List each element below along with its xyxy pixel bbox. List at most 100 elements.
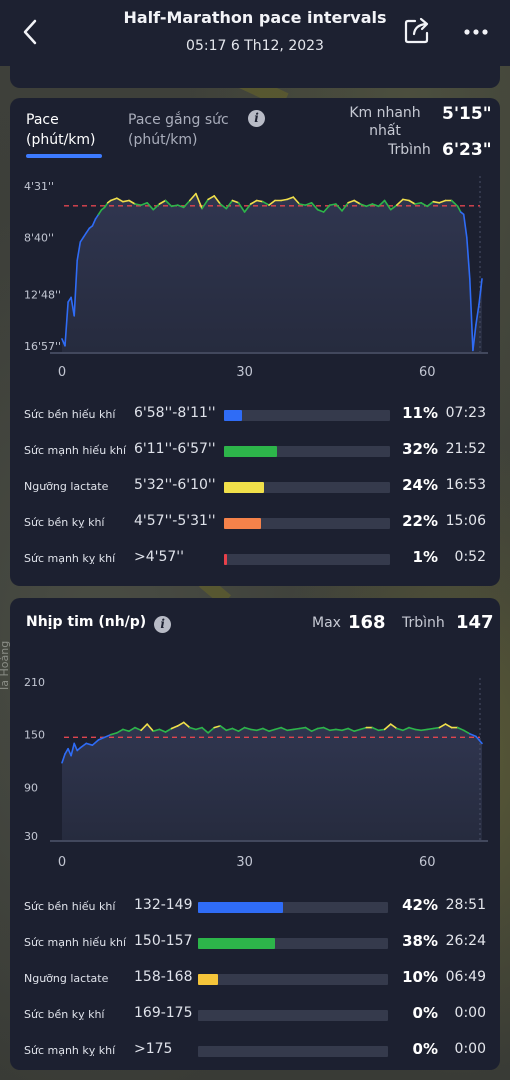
zone-range: 6'58''-8'11'' [134, 405, 216, 421]
zone-time: 0:00 [454, 1005, 486, 1021]
zone-row: Sức mạnh hiếu khí 6'11''-6'57'' 32% 21:52 [10, 436, 500, 466]
pace-card: Pace (phút/km) Pace gắng sức (phút/km) i… [10, 98, 500, 586]
x-tick-label: 60 [419, 855, 436, 870]
zone-name: Sức mạnh kỵ khí [24, 1044, 116, 1057]
y-tick-label: 150 [24, 729, 45, 742]
zone-percent: 11% [402, 404, 438, 422]
data-line-segment [249, 728, 258, 732]
zone-bar-fill [198, 938, 275, 949]
data-line-segment [426, 727, 435, 731]
zone-row: Sức bền hiếu khí 6'58''-8'11'' 11% 07:23 [10, 400, 500, 430]
data-line-segment [328, 728, 337, 732]
x-tick-label: 0 [58, 365, 66, 380]
zone-name: Ngưỡng lactate [24, 480, 109, 493]
zone-row: Ngưỡng lactate 158-168 10% 06:49 [10, 964, 500, 994]
x-tick-label: 30 [236, 365, 253, 380]
zone-percent: 1% [412, 548, 438, 566]
zone-bar-fill [224, 410, 243, 421]
y-tick-label: 4'31'' [24, 180, 54, 193]
zone-range: 150-157 [134, 933, 193, 949]
data-line-segment [432, 200, 441, 204]
top-bar: Half-Marathon pace intervals 05:17 6 Th1… [0, 0, 510, 66]
y-tick-label: 16'57'' [24, 340, 61, 353]
zone-row: Sức bền kỵ khí 4'57''-5'31'' 22% 15:06 [10, 508, 500, 538]
x-tick-label: 0 [58, 855, 66, 870]
data-line-segment [414, 728, 422, 732]
zone-row: Sức mạnh kỵ khí >4'57'' 1% 0:52 [10, 544, 500, 574]
data-line-segment [432, 726, 441, 730]
data-line-segment [420, 728, 429, 732]
more-icon [464, 29, 488, 35]
zone-bar-fill [224, 446, 278, 457]
zone-row: Sức mạnh kỵ khí >175 0% 0:00 [10, 1036, 500, 1066]
activity-date: 05:17 6 Th12, 2023 [186, 38, 324, 54]
data-line-segment [286, 728, 295, 732]
data-line-segment [298, 203, 307, 206]
zone-name: Sức bền hiếu khí [24, 408, 116, 421]
zone-bar-track [198, 1010, 388, 1021]
zone-range: 132-149 [134, 897, 193, 913]
y-tick-label: 90 [24, 781, 38, 794]
zone-time: 0:00 [454, 1041, 486, 1057]
zone-bar-track [198, 938, 388, 949]
zone-bar-track [198, 902, 388, 913]
zone-name: Sức bền kỵ khí [24, 1008, 105, 1021]
share-button[interactable] [402, 16, 432, 46]
zone-name: Sức mạnh kỵ khí [24, 552, 116, 565]
zone-bar-track [198, 974, 388, 985]
zone-percent: 22% [402, 512, 438, 530]
data-line-segment [377, 728, 386, 732]
zone-bar-fill [198, 974, 219, 985]
chart-area [62, 193, 482, 352]
zone-bar-fill [198, 902, 283, 913]
zone-row: Ngưỡng lactate 5'32''-6'10'' 24% 16:53 [10, 472, 500, 502]
x-tick-label: 30 [236, 855, 253, 870]
data-line-segment [134, 203, 142, 206]
zone-percent: 24% [402, 476, 438, 494]
chart-area [62, 722, 482, 840]
zone-percent: 0% [412, 1004, 438, 1022]
more-options-button[interactable] [460, 18, 492, 46]
zone-row: Sức mạnh hiếu khí 150-157 38% 26:24 [10, 928, 500, 958]
zone-time: 26:24 [445, 933, 486, 949]
zone-range: >4'57'' [134, 549, 184, 565]
y-tick-label: 30 [24, 830, 38, 843]
zone-bar-fill [224, 554, 227, 565]
zone-name: Ngưỡng lactate [24, 972, 109, 985]
zone-bar-track [224, 410, 390, 421]
zone-row: Sức bền kỵ khí 169-175 0% 0:00 [10, 1000, 500, 1030]
zone-range: 5'32''-6'10'' [134, 477, 216, 493]
zone-time: 21:52 [445, 441, 486, 457]
data-line-segment [335, 728, 343, 732]
zone-time: 06:49 [445, 969, 486, 985]
zone-bar-track [198, 1046, 388, 1057]
zone-bar-track [224, 518, 390, 529]
zone-range: 4'57''-5'31'' [134, 513, 216, 529]
zone-time: 07:23 [445, 405, 486, 421]
zone-percent: 38% [402, 932, 438, 950]
data-line-segment [328, 203, 337, 206]
data-line-segment [402, 198, 410, 202]
zone-bar-fill [224, 482, 264, 493]
zone-range: 169-175 [134, 1005, 193, 1021]
zone-bar-track [224, 482, 390, 493]
zone-name: Sức bền kỵ khí [24, 516, 105, 529]
zone-name: Sức bền hiếu khí [24, 900, 116, 913]
data-line-segment [316, 726, 325, 730]
previous-card-bottom [10, 66, 500, 88]
zone-percent: 32% [402, 440, 438, 458]
heart-rate-chart[interactable]: 210 150 90 30 0 30 60 [10, 598, 500, 878]
data-line-segment [298, 726, 307, 730]
zone-time: 28:51 [445, 897, 486, 913]
pace-chart[interactable]: 4'31'' 8'40'' 12'48'' 16'57'' 0 30 60 [10, 98, 500, 388]
heart-rate-card: Nhịp tim (nh/p) i Max 168 Trbình 147 210 1… [10, 598, 500, 1070]
zone-bar-track [224, 554, 390, 565]
data-line-segment [292, 727, 301, 731]
zone-time: 15:06 [445, 513, 486, 529]
zone-time: 0:52 [454, 549, 486, 565]
data-line-segment [280, 198, 289, 202]
zone-range: 158-168 [134, 969, 193, 985]
zone-row: Sức bền hiếu khí 132-149 42% 28:51 [10, 892, 500, 922]
y-tick-label: 12'48'' [24, 289, 61, 302]
zone-name: Sức mạnh hiếu khí [24, 936, 127, 949]
